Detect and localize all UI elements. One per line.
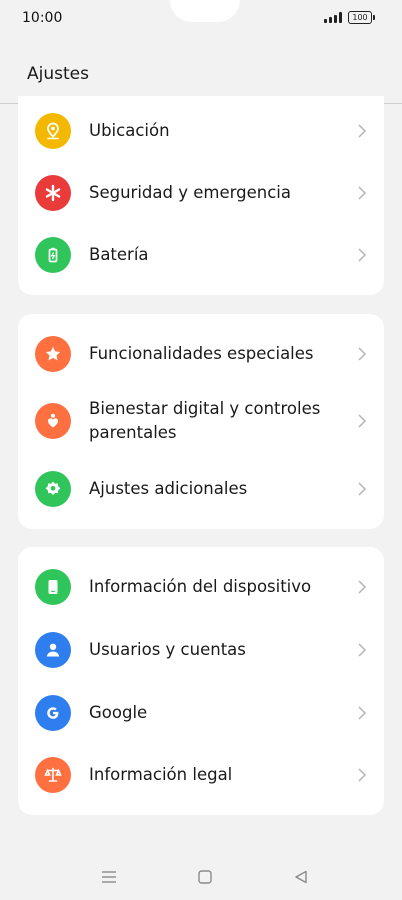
settings-item-label: Google <box>89 703 148 722</box>
location-pin-icon <box>35 113 71 149</box>
status-time: 10:00 <box>22 10 63 26</box>
settings-item-label: Bienestar digital y controles parentales <box>89 399 321 442</box>
heart-person-icon <box>35 403 71 439</box>
back-icon[interactable] <box>290 866 312 888</box>
settings-item-label: Funcionalidades especiales <box>89 344 314 363</box>
settings-item-label: Ajustes adicionales <box>89 479 248 498</box>
settings-item-label: Información legal <box>89 765 233 784</box>
settings-item-adicionales[interactable]: Ajustes adicionales <box>18 461 384 517</box>
chevron-right-icon <box>358 482 367 496</box>
settings-group-3: Información del dispositivo Usuarios y c… <box>18 547 384 815</box>
settings-item-dispositivo[interactable]: Información del dispositivo <box>18 559 384 615</box>
settings-item-label: Ubicación <box>89 121 170 140</box>
signal-icon <box>324 12 342 23</box>
page-title: Ajustes <box>27 64 89 84</box>
phone-icon <box>35 569 71 605</box>
menu-icon[interactable] <box>98 866 120 888</box>
settings-item-label: Usuarios y cuentas <box>89 640 246 659</box>
chevron-right-icon <box>358 248 367 262</box>
chevron-right-icon <box>358 124 367 138</box>
chevron-right-icon <box>358 347 367 361</box>
chevron-right-icon <box>358 768 367 782</box>
chevron-right-icon <box>358 643 367 657</box>
settings-item-label: Información del dispositivo <box>89 577 312 596</box>
navigation-bar <box>0 852 402 900</box>
gear-icon <box>35 471 71 507</box>
settings-group-2: Funcionalidades especiales Bienestar dig… <box>18 314 384 529</box>
user-icon <box>35 632 71 668</box>
battery-status-icon: 100 <box>348 11 375 24</box>
settings-item-bienestar[interactable]: Bienestar digital y controles parentales <box>18 393 384 449</box>
settings-item-bateria[interactable]: Batería <box>18 227 384 283</box>
battery-icon <box>35 237 71 273</box>
settings-item-google[interactable]: Google <box>18 685 384 741</box>
settings-item-label: Batería <box>89 245 149 264</box>
scales-icon <box>35 757 71 793</box>
settings-item-usuarios[interactable]: Usuarios y cuentas <box>18 622 384 678</box>
chevron-right-icon <box>358 706 367 720</box>
settings-item-seguridad[interactable]: Seguridad y emergencia <box>18 165 384 221</box>
settings-item-funcionalidades[interactable]: Funcionalidades especiales <box>18 326 384 382</box>
google-icon <box>35 695 71 731</box>
star-icon <box>35 336 71 372</box>
settings-item-label: Seguridad y emergencia <box>89 183 291 202</box>
chevron-right-icon <box>358 186 367 200</box>
settings-item-legal[interactable]: Información legal <box>18 747 384 803</box>
home-icon[interactable] <box>194 866 216 888</box>
asterisk-icon <box>35 175 71 211</box>
chevron-right-icon <box>358 580 367 594</box>
settings-item-ubicacion[interactable]: Ubicación <box>18 103 384 159</box>
chevron-right-icon <box>358 414 367 428</box>
status-bar: 10:00 100 <box>0 0 402 38</box>
camera-notch <box>170 0 240 22</box>
status-icons: 100 <box>324 11 375 24</box>
settings-group-1: Ubicación Seguridad y emergencia Batería <box>18 96 384 295</box>
